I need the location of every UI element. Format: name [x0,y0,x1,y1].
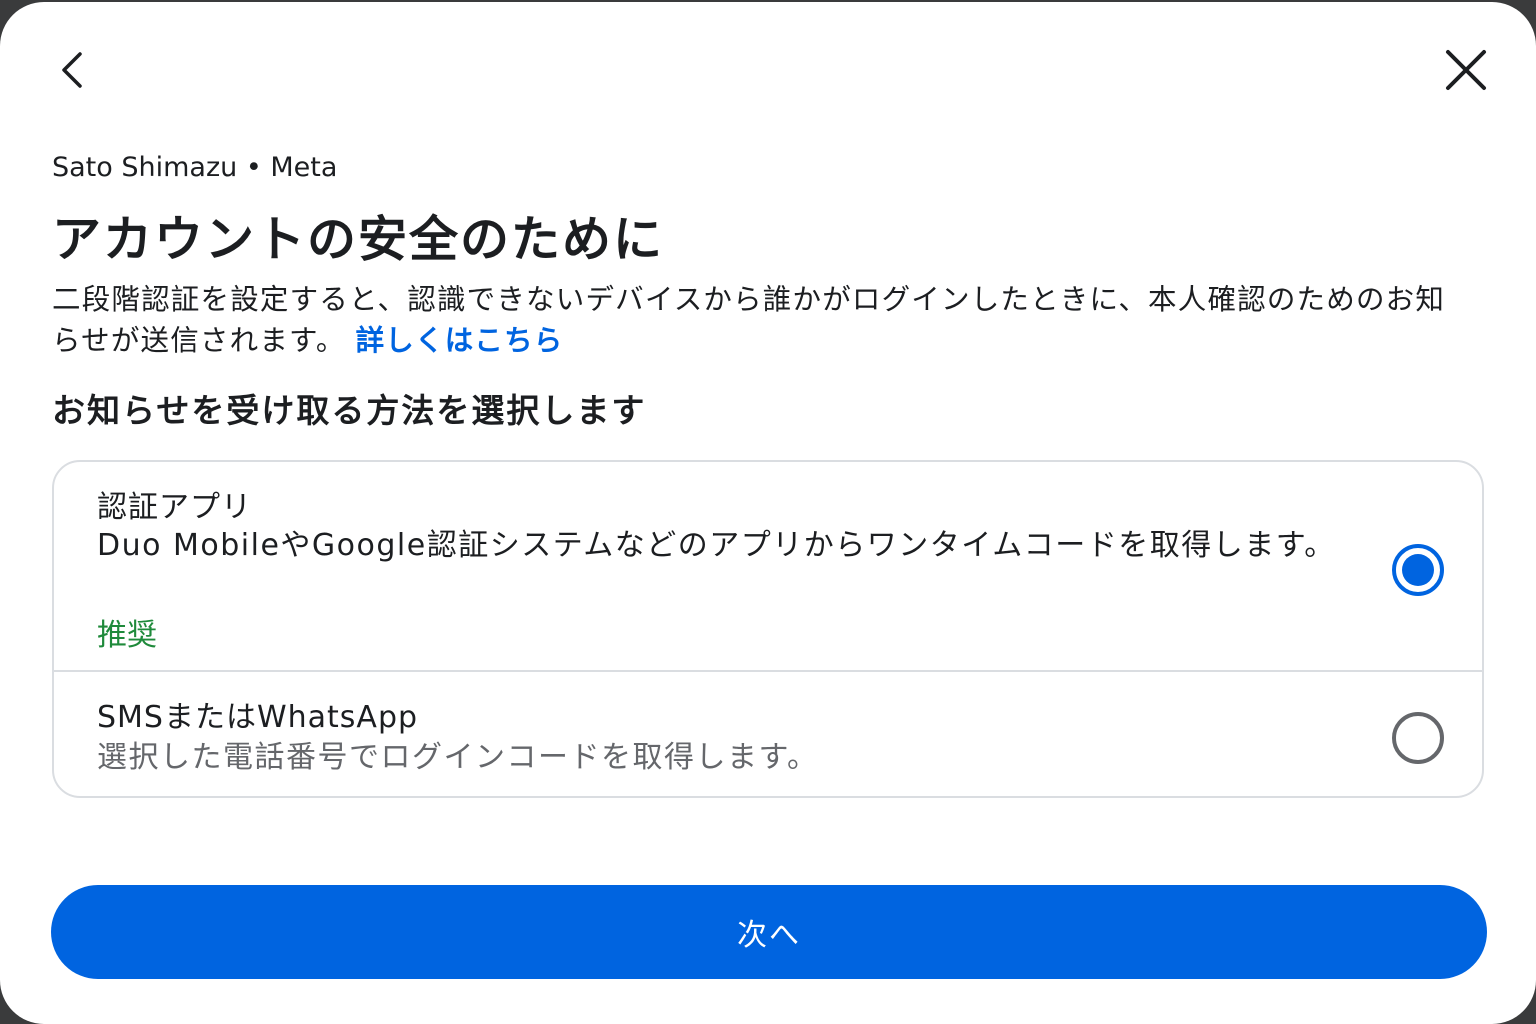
option-authenticator-app[interactable]: 認証アプリ Duo MobileやGoogle認証システムなどのアプリからワンタ… [54,462,1482,672]
option-label: 認証アプリ [97,490,252,525]
recommended-badge: 推奨 [97,618,157,653]
learn-more-link[interactable]: 詳しくはこちら [356,324,564,357]
option-sms-whatsapp[interactable]: SMSまたはWhatsApp 選択した電話番号でログインコードを取得します。 [54,672,1482,796]
method-options: 認証アプリ Duo MobileやGoogle認証システムなどのアプリからワンタ… [52,460,1484,798]
account-line: Sato Shimazu • Meta [52,152,338,183]
dialog-description: 二段階認証を設定すると、認識できないデバイスから誰かがログインしたときに、本人確… [52,279,1472,361]
radio-selected[interactable] [1392,544,1444,596]
radio-unselected[interactable] [1392,712,1444,764]
close-icon [1446,50,1486,90]
section-title: お知らせを受け取る方法を選択します [52,391,647,430]
dialog-title: アカウントの安全のために [52,211,665,268]
close-button[interactable] [1438,42,1494,98]
option-description: 選択した電話番号でログインコードを取得します。 [97,740,819,775]
description-text: 二段階認証を設定すると、認識できないデバイスから誰かがログインしたときに、本人確… [52,283,1446,357]
chevron-left-icon [62,52,82,88]
next-button[interactable]: 次へ [51,885,1487,979]
radio-dot [1402,554,1434,586]
option-label: SMSまたはWhatsApp [97,700,419,735]
option-description: Duo MobileやGoogle認証システムなどのアプリからワンタイムコードを… [97,528,1336,563]
back-button[interactable] [44,42,100,98]
two-factor-dialog: Sato Shimazu • Meta アカウントの安全のために 二段階認証を設… [0,2,1536,1024]
